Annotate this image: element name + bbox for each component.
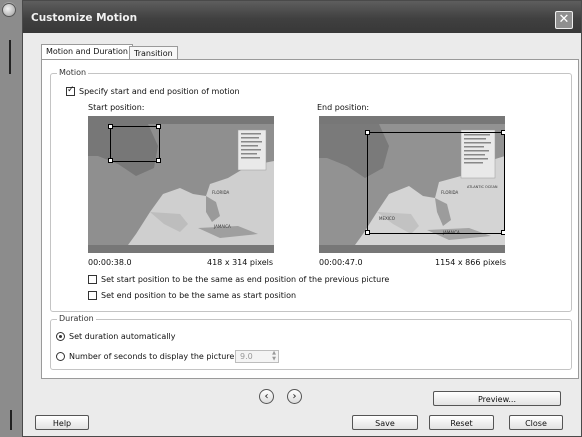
start-selection-rectangle[interactable] [110, 126, 160, 162]
end-same-as-start-checkbox[interactable] [88, 291, 97, 300]
desktop-backdrop-strip [0, 0, 22, 437]
end-selection-handle[interactable] [501, 230, 505, 235]
duration-group-label: Duration [57, 314, 96, 323]
duration-group: Duration Set duration automatically Numb… [50, 314, 572, 370]
previous-picture-button[interactable]: ‹ [259, 389, 274, 404]
specify-motion-checkbox[interactable] [66, 85, 75, 96]
end-selection-handle[interactable] [365, 130, 370, 135]
title-bar[interactable]: Customize Motion ✕ [23, 1, 581, 33]
tab-panel: Motion Specify start and end position of… [41, 59, 579, 379]
start-selection-handle[interactable] [156, 158, 161, 163]
reset-button[interactable]: Reset [429, 415, 494, 430]
duration-auto-label: Set duration automatically [69, 332, 176, 341]
start-size-readout: 418 x 314 pixels [207, 258, 274, 267]
start-position-preview[interactable]: FLORIDA JAMAICA [88, 116, 274, 253]
end-selection-rectangle[interactable] [367, 132, 505, 234]
end-time-readout: 00:00:47.0 [319, 258, 363, 267]
specify-motion-label: Specify start and end position of motion [79, 87, 240, 96]
close-button[interactable]: Close [509, 415, 563, 430]
motion-group: Motion Specify start and end position of… [50, 68, 572, 312]
end-selection-handle[interactable] [501, 130, 505, 135]
start-map-label-florida: FLORIDA [212, 190, 230, 195]
tab-motion-and-duration[interactable]: Motion and Duration [41, 44, 134, 60]
customize-motion-dialog: Customize Motion ✕ Motion and Duration T… [22, 0, 582, 437]
start-selection-handle[interactable] [108, 158, 113, 163]
window-title: Customize Motion [31, 12, 138, 24]
motion-group-label: Motion [57, 68, 89, 77]
next-picture-button[interactable]: › [287, 389, 302, 404]
start-map-label-jamaica: JAMAICA [213, 224, 231, 229]
end-same-as-start-label: Set end position to be the same as start… [101, 291, 297, 300]
end-position-title: End position: [317, 103, 370, 112]
app-icon [2, 3, 16, 17]
stepper-down-icon[interactable]: ▼ [272, 357, 276, 362]
save-button[interactable]: Save [352, 415, 418, 430]
start-selection-handle[interactable] [156, 124, 161, 129]
end-position-preview[interactable]: FLORIDA MEXICO ATLANTIC OCEAN JAMAICA [319, 116, 505, 253]
window-close-button[interactable]: ✕ [555, 11, 573, 29]
same-as-previous-label: Set start position to be the same as end… [101, 275, 390, 284]
same-as-previous-checkbox[interactable] [88, 275, 97, 284]
seconds-stepper-value: 9.0 [240, 352, 253, 361]
preview-button[interactable]: Preview... [433, 391, 561, 406]
end-size-readout: 1154 x 866 pixels [435, 258, 507, 267]
start-position-title: Start position: [88, 103, 145, 112]
start-time-readout: 00:00:38.0 [88, 258, 132, 267]
duration-seconds-label: Number of seconds to display the picture [69, 352, 235, 361]
help-button[interactable]: Help [35, 415, 89, 430]
start-selection-handle[interactable] [108, 124, 113, 129]
seconds-stepper[interactable]: 9.0 ▲ ▼ [235, 350, 279, 363]
duration-auto-radio[interactable] [56, 332, 65, 341]
duration-seconds-radio[interactable] [56, 352, 65, 361]
end-selection-handle[interactable] [365, 230, 370, 235]
